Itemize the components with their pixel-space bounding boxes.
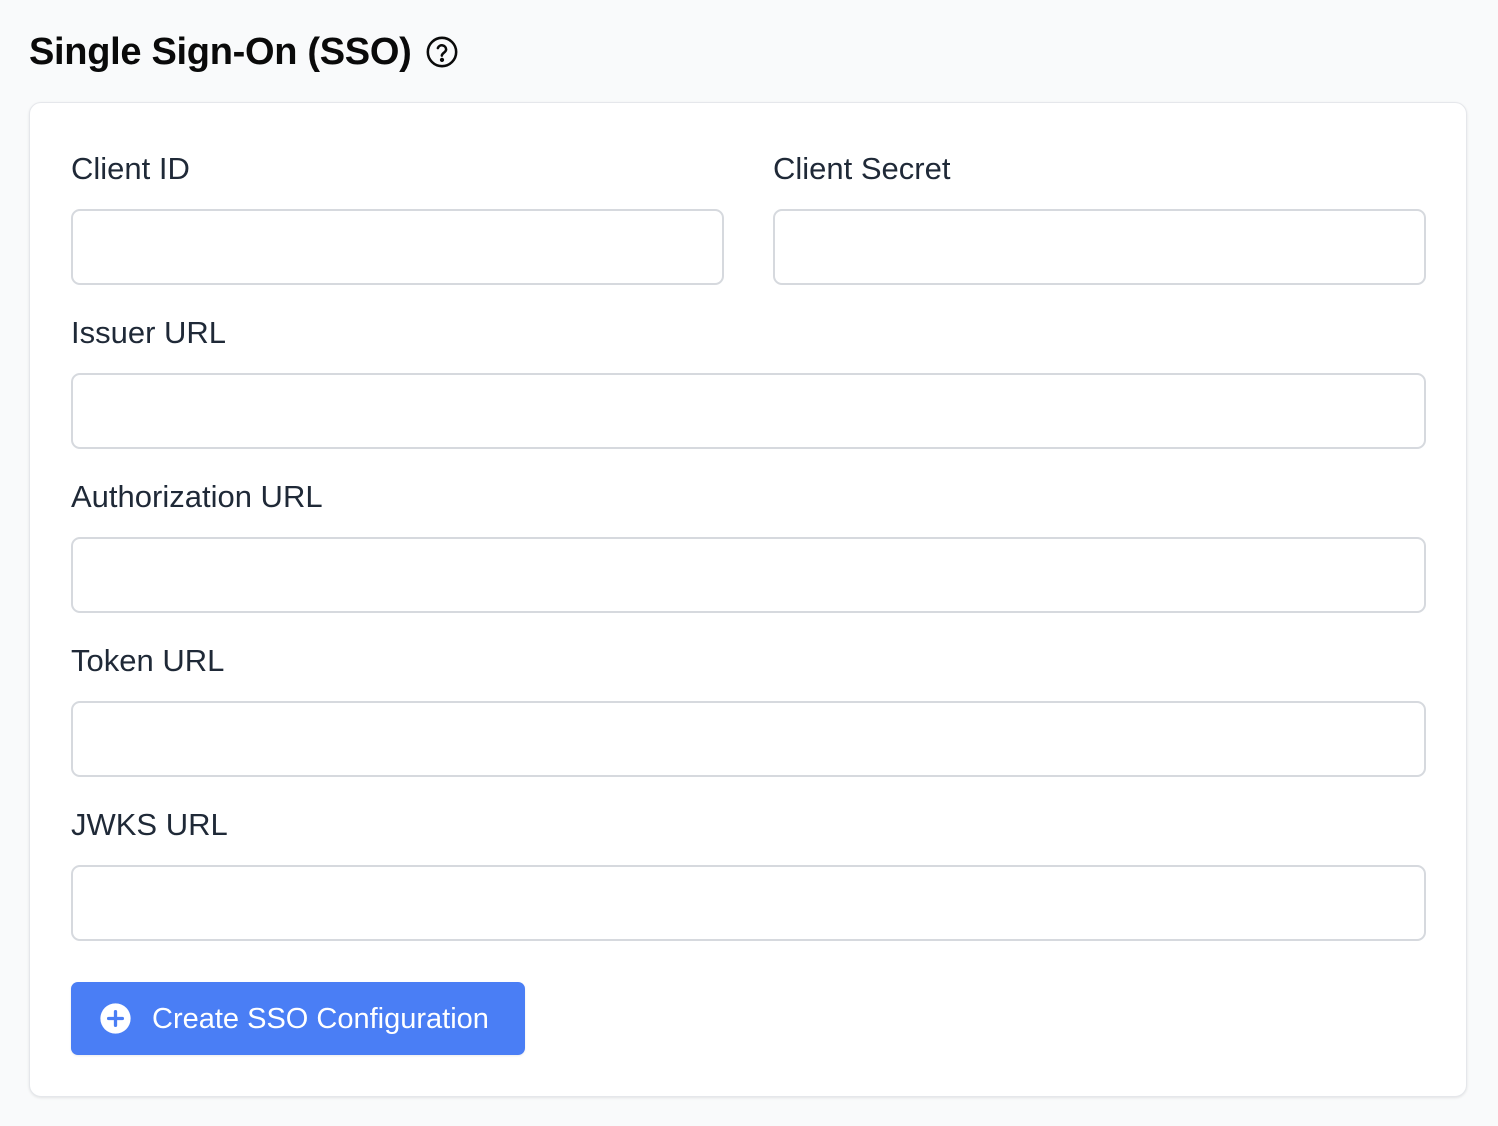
section-header: Single Sign-On (SSO) [29, 28, 459, 76]
authorization-url-input[interactable] [71, 537, 1426, 613]
plus-circle-icon [99, 1002, 132, 1035]
client-secret-input[interactable] [773, 209, 1426, 285]
token-url-label: Token URL [71, 643, 225, 678]
jwks-url-label: JWKS URL [71, 807, 228, 842]
question-circle-icon[interactable] [425, 35, 459, 69]
sso-settings-page: Single Sign-On (SSO) Client ID Client Se… [0, 0, 1498, 1126]
page-title: Single Sign-On (SSO) [29, 31, 412, 73]
token-url-input[interactable] [71, 701, 1426, 777]
issuer-url-label: Issuer URL [71, 315, 227, 350]
issuer-url-input[interactable] [71, 373, 1426, 449]
client-secret-label: Client Secret [773, 151, 951, 186]
create-sso-configuration-label: Create SSO Configuration [152, 1002, 489, 1035]
create-sso-configuration-button[interactable]: Create SSO Configuration [71, 982, 525, 1055]
client-id-input[interactable] [71, 209, 724, 285]
sso-config-card: Client ID Client Secret Issuer URL Autho… [29, 102, 1467, 1097]
jwks-url-input[interactable] [71, 865, 1426, 941]
client-id-label: Client ID [71, 151, 190, 186]
authorization-url-label: Authorization URL [71, 479, 323, 514]
